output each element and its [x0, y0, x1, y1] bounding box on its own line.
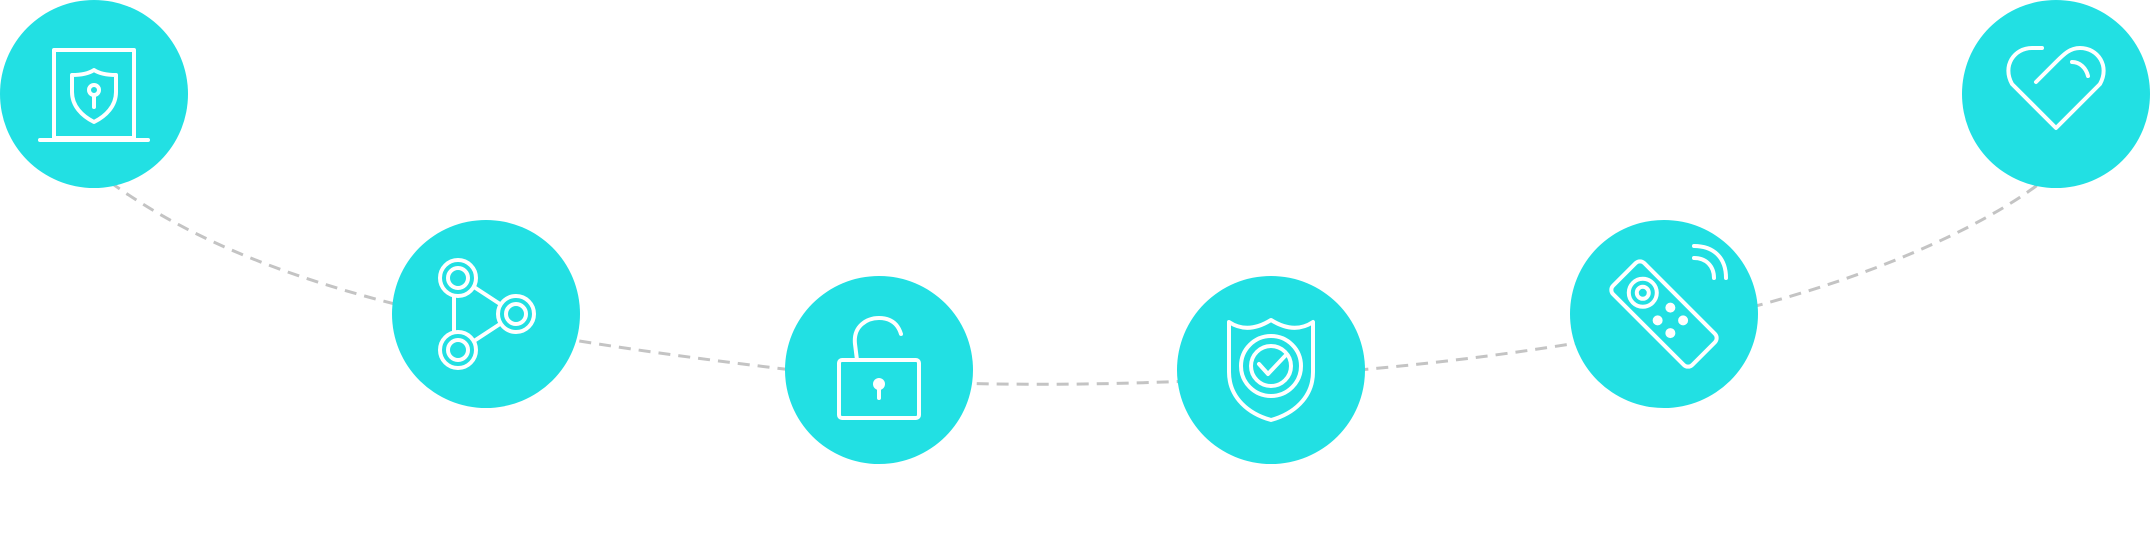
process-diagram — [0, 0, 2150, 464]
node-circle — [1570, 220, 1758, 408]
node-circle — [785, 276, 973, 464]
node-circle — [392, 220, 580, 408]
node-remote-control[interactable] — [1570, 220, 1758, 408]
connector-path — [93, 168, 2057, 386]
node-shield-laptop[interactable] — [0, 0, 188, 188]
node-heart-link[interactable] — [1962, 0, 2150, 188]
node-circle — [1962, 0, 2150, 188]
node-shield-check[interactable] — [1177, 276, 1365, 464]
node-molecule[interactable] — [392, 220, 580, 408]
node-unlocked-padlock[interactable] — [785, 276, 973, 464]
